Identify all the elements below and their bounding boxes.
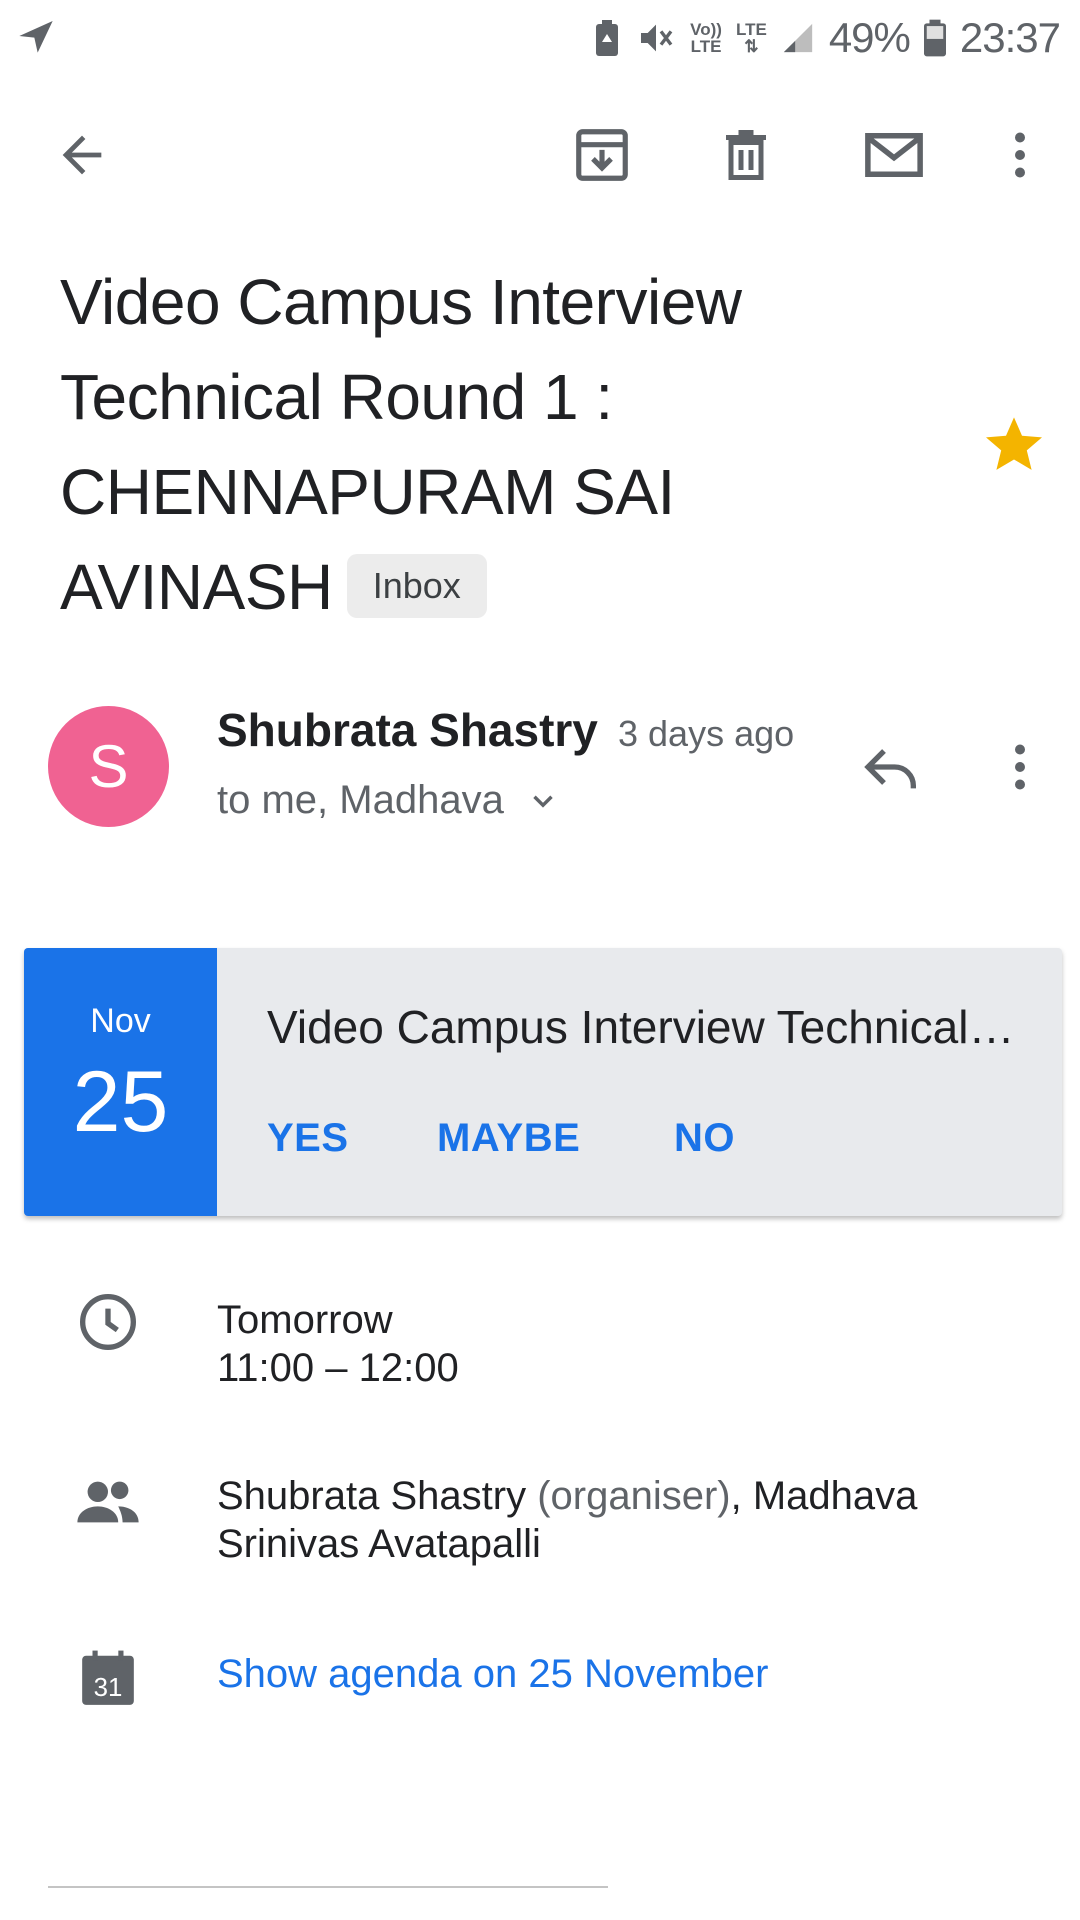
recipients-toggle[interactable]: to me, Madhava [217, 778, 560, 823]
star-button[interactable] [982, 412, 1046, 476]
event-time-range: 11:00 – 12:00 [217, 1346, 459, 1390]
star-icon [986, 417, 1042, 470]
signal-icon [783, 23, 812, 53]
email-subject: Video Campus Interview Technical Round 1… [60, 255, 860, 635]
organiser-name: Shubrata Shastry [217, 1474, 527, 1518]
clock: 23:37 [959, 14, 1061, 61]
volte-indicator: Vo)) LTE [690, 20, 722, 56]
event-invite-card[interactable]: Nov 25 Video Campus Interview Technical … [24, 948, 1062, 1216]
battery-saver-icon [596, 20, 619, 56]
calendar-icon: 31 [82, 1650, 134, 1705]
rsvp-no-button[interactable]: NO [674, 1116, 735, 1161]
event-day-label: Tomorrow [217, 1298, 393, 1342]
guest-name-start: , Madhava [730, 1474, 918, 1518]
event-time: Tomorrow 11:00 – 12:00 [217, 1296, 459, 1392]
guest-list: Shubrata Shastry (organiser), Madhava Sr… [217, 1472, 917, 1568]
sender-name: Shubrata Shastry [217, 704, 598, 756]
reply-icon [864, 749, 916, 789]
event-day: 25 [72, 1054, 169, 1150]
reply-button[interactable] [856, 731, 928, 803]
calendar-icon-wrap: 31 [72, 1643, 144, 1715]
send-icon [19, 21, 53, 53]
guest-line-1: Shubrata Shastry (organiser), Madhava [217, 1472, 917, 1520]
calendar-icon-day: 31 [94, 1674, 123, 1702]
clock-icon [80, 1294, 136, 1350]
rsvp-yes-button[interactable]: YES [267, 1116, 349, 1161]
archive-button[interactable] [566, 119, 638, 191]
mark-unread-icon [865, 133, 923, 177]
inbox-label-chip[interactable]: Inbox [346, 554, 487, 619]
event-date-block: Nov 25 [24, 948, 217, 1216]
delete-icon [726, 130, 766, 180]
show-agenda-link[interactable]: Show agenda on 25 November [217, 1652, 768, 1697]
sent-time: 3 days ago [618, 713, 795, 754]
archive-icon [576, 129, 628, 181]
divider [48, 1886, 608, 1888]
more-vert-icon [1015, 132, 1025, 178]
message-more-button[interactable] [984, 731, 1056, 803]
status-bar: Vo)) LTE LTE ⇅ 49% 23:37 [0, 0, 1080, 78]
more-vert-icon [1015, 744, 1025, 790]
back-arrow-icon [62, 135, 102, 175]
battery-percent: 49% [828, 14, 911, 61]
more-options-button[interactable] [984, 119, 1056, 191]
event-title[interactable]: Video Campus Interview Technical Round 1… [267, 1000, 1027, 1054]
battery-icon [923, 19, 946, 57]
lte-indicator: LTE ⇅ [735, 20, 767, 56]
guest-name-end: Srinivas Avatapalli [217, 1522, 541, 1566]
people-icon [77, 1481, 139, 1523]
event-month: Nov [90, 1002, 151, 1040]
back-button[interactable] [46, 119, 118, 191]
mute-icon [641, 24, 673, 52]
people-icon-wrap [72, 1466, 144, 1538]
mark-unread-button[interactable] [858, 119, 930, 191]
clock-icon-wrap [72, 1286, 144, 1358]
organiser-tag: (organiser) [537, 1474, 731, 1518]
rsvp-maybe-button[interactable]: MAYBE [437, 1116, 580, 1161]
avatar[interactable]: S [48, 706, 169, 827]
chevron-down-icon [533, 795, 553, 808]
delete-button[interactable] [710, 119, 782, 191]
recipients-text: to me, Madhava [217, 778, 504, 822]
